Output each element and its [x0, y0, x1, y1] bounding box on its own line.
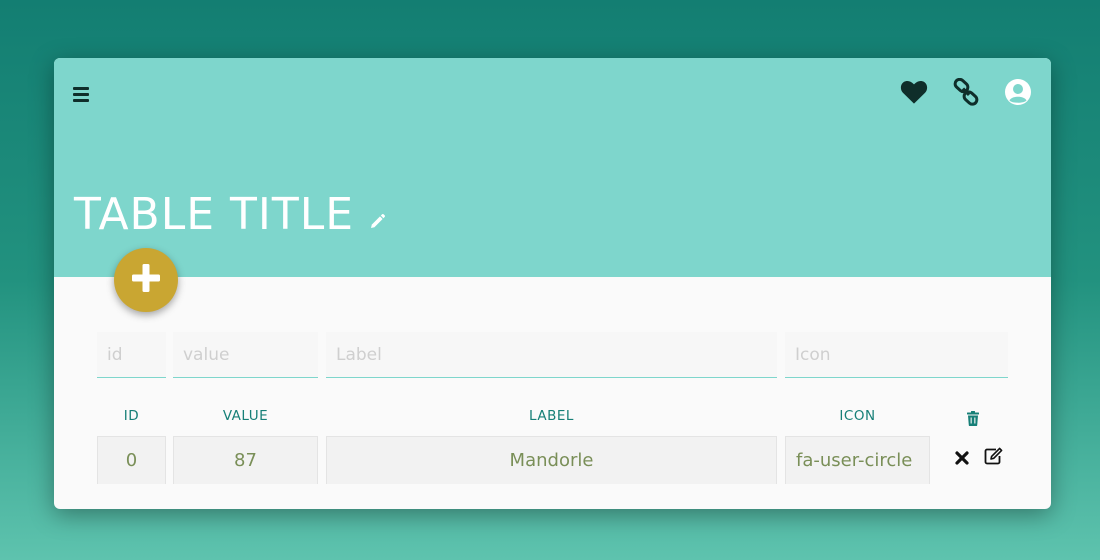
column-header-icon: ICON [839, 408, 876, 424]
add-row-button[interactable] [114, 248, 178, 312]
menu-icon[interactable] [70, 84, 92, 104]
label-input[interactable] [326, 332, 777, 378]
cell-label[interactable]: Mandorle [326, 436, 777, 484]
heart-icon[interactable] [898, 76, 930, 108]
title-area: TABLE TITLE [74, 186, 388, 242]
column-header-value: VALUE [222, 408, 269, 424]
column-header-id: ID [123, 408, 140, 424]
column-header-label: LABEL [529, 408, 574, 424]
link-icon[interactable] [950, 76, 982, 108]
value-input[interactable] [173, 332, 318, 378]
cell-icon[interactable]: fa-user-circle [785, 436, 930, 484]
icon-input[interactable] [785, 332, 1008, 378]
id-input[interactable] [97, 332, 166, 378]
user-circle-icon[interactable] [1002, 76, 1034, 108]
table-card: TABLE TITLE ID VALUE LABEL ICON [54, 58, 1051, 509]
plus-icon [129, 261, 163, 299]
page-title: TABLE TITLE [74, 188, 355, 240]
cell-value[interactable]: 87 [173, 436, 318, 484]
edit-icon[interactable] [983, 445, 1005, 467]
card-header: TABLE TITLE [54, 58, 1051, 277]
times-icon[interactable] [951, 447, 973, 469]
trash-icon[interactable] [962, 407, 984, 429]
cell-id[interactable]: 0 [97, 436, 166, 484]
pencil-icon[interactable] [368, 213, 388, 233]
